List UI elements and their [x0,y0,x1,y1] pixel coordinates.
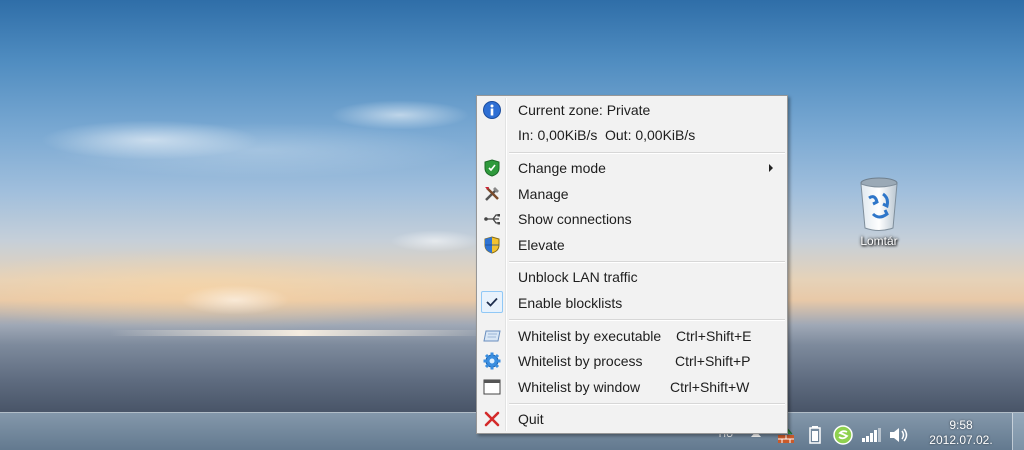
unblock-lan-label: Unblock LAN traffic [518,269,638,285]
network-icon [481,209,503,229]
close-icon [481,409,503,429]
menu-separator [509,403,785,405]
recycle-bin-shortcut[interactable]: Lomtár [846,176,912,256]
tray-clock[interactable]: 9:58 2012.07.02. [920,418,1002,448]
menu-separator [509,319,785,321]
tray-network-button[interactable] [860,426,882,444]
chat-app-icon [833,425,853,445]
clock-date: 2012.07.02. [929,433,993,447]
elevate-label: Elevate [518,237,565,253]
tools-icon [481,184,503,204]
quit-label: Quit [518,411,544,427]
firewall-tray-context-menu: Current zone: Private In: 0,00KiB/s Out:… [476,95,788,434]
menu-item-enable-blocklists[interactable]: Enable blocklists [479,291,785,315]
traffic-in-label: In: 0,00KiB/s [518,127,598,143]
signal-bars-icon [862,428,881,442]
menu-item-whitelist-window[interactable]: Whitelist by window Ctrl+Shift+W [479,375,785,399]
menu-item-whitelist-executable[interactable]: Whitelist by executable Ctrl+Shift+E [479,324,785,348]
cloud [180,285,290,315]
cloud [40,120,260,160]
whitelist-process-label: Whitelist by process [518,353,643,369]
shield-icon [481,158,503,178]
menu-item-change-mode[interactable]: Change mode [479,156,785,180]
submenu-arrow-icon [769,164,773,172]
menu-item-elevate[interactable]: Elevate [479,233,785,257]
tray-skype-button[interactable] [832,424,854,446]
battery-icon [809,426,821,444]
menu-item-manage[interactable]: Manage [479,182,785,206]
menu-item-whitelist-process[interactable]: Whitelist by process Ctrl+Shift+P [479,349,785,373]
manage-label: Manage [518,186,569,202]
recycle-bin-icon [860,177,898,231]
whitelist-process-shortcut: Ctrl+Shift+P [675,353,751,369]
menu-separator [509,261,785,263]
executable-icon [481,326,503,346]
menu-item-quit[interactable]: Quit [479,407,785,431]
whitelist-window-label: Whitelist by window [518,379,641,395]
menu-item-show-connections[interactable]: Show connections [479,207,785,231]
speaker-icon [890,428,908,442]
enable-blocklists-label: Enable blocklists [518,295,623,311]
info-icon [481,100,503,120]
change-mode-label: Change mode [518,160,606,176]
whitelist-executable-label: Whitelist by executable [518,328,662,344]
horizon-glow [110,330,490,336]
show-desktop-button[interactable] [1012,413,1024,450]
menu-item-traffic: In: 0,00KiB/s Out: 0,00KiB/s [479,123,785,147]
recycle-bin-label: Lomtár [860,234,898,248]
clock-time: 9:58 [949,418,973,432]
cloud [390,230,480,252]
window-icon [481,377,503,397]
whitelist-executable-shortcut: Ctrl+Shift+E [676,328,752,344]
current-zone-label: Current zone: Private [518,102,651,118]
uac-shield-icon [481,235,503,255]
cloud [330,100,470,130]
menu-item-current-zone: Current zone: Private [479,98,785,122]
menu-separator [509,152,785,154]
checkmark-box [481,291,503,313]
traffic-out-label: Out: 0,00KiB/s [605,127,696,143]
show-connections-label: Show connections [518,211,632,227]
checkmark-icon [486,297,498,307]
tray-volume-button[interactable] [888,426,910,444]
whitelist-window-shortcut: Ctrl+Shift+W [670,379,750,395]
tray-battery-button[interactable] [806,425,824,445]
gear-icon [481,351,503,371]
menu-item-unblock-lan[interactable]: Unblock LAN traffic [479,265,785,289]
